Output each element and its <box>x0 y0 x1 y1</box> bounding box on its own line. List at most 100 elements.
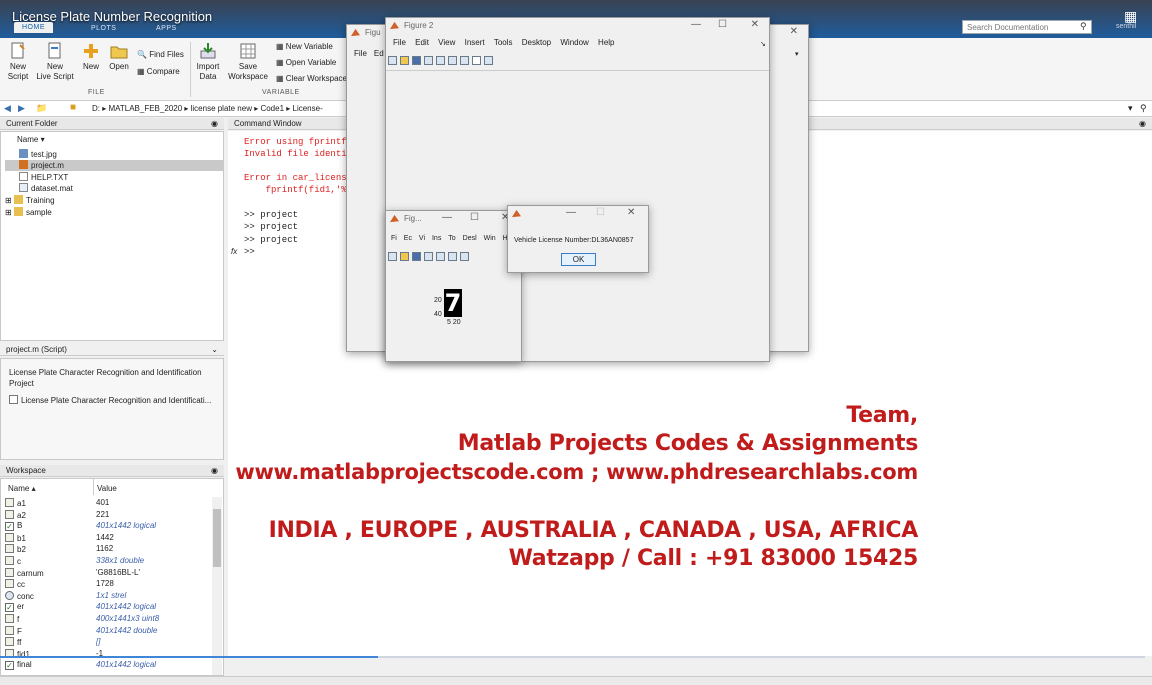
minimize-icon[interactable]: — <box>566 207 576 218</box>
clear-workspace-button[interactable]: ▦ Clear Workspace <box>276 74 347 83</box>
new-variable-button[interactable]: ▦ New Variable <box>276 42 333 51</box>
menu-help[interactable]: Help <box>598 38 614 47</box>
maximize-icon[interactable]: ☐ <box>718 19 727 30</box>
breadcrumb-item[interactable]: MATLAB_FEB_2020 <box>108 104 182 113</box>
menu-edit[interactable]: Edit <box>415 38 429 47</box>
folder-row[interactable]: ⊞ sample <box>5 207 219 218</box>
menu-file[interactable]: File <box>354 49 367 58</box>
value-column-header[interactable]: Value <box>97 484 117 495</box>
folder-row[interactable]: ⊞ Training <box>5 195 219 206</box>
new-script-button[interactable]: New Script <box>4 42 32 82</box>
panel-menu-icon[interactable]: ◉ <box>1139 119 1146 128</box>
forward-arrow-icon[interactable]: ▶ <box>18 103 25 114</box>
tab-apps[interactable]: APPS <box>156 25 177 32</box>
back-arrow-icon[interactable]: ◀ <box>4 103 11 114</box>
menu-edit[interactable]: Ed <box>374 49 384 58</box>
menu-tools[interactable]: To <box>448 235 455 242</box>
file-row[interactable]: HELP.TXT <box>19 172 219 183</box>
breadcrumb-item[interactable]: License- <box>293 104 323 113</box>
breadcrumb-item[interactable]: license plate new <box>191 104 252 113</box>
workspace-scrollbar[interactable] <box>212 497 222 675</box>
colorbar-icon[interactable] <box>448 252 457 261</box>
scrollbar-thumb[interactable] <box>213 509 221 567</box>
legend-icon[interactable] <box>460 56 469 65</box>
menu-view[interactable]: Vi <box>419 235 425 242</box>
tab-home[interactable]: HOME <box>14 22 53 33</box>
workspace-row[interactable]: ✓ er 401x1442 logical <box>5 602 210 613</box>
workspace-row[interactable]: b1 1442 <box>5 532 210 544</box>
workspace-row[interactable]: a2 221 <box>5 509 210 521</box>
menu-file[interactable]: File <box>393 38 406 47</box>
close-icon[interactable]: ✕ <box>751 19 759 30</box>
compare-button[interactable]: ▦ Compare <box>137 67 180 76</box>
workspace-row[interactable]: F 401x1442 double <box>5 625 210 637</box>
search-documentation-input[interactable]: Search Documentation <box>962 20 1092 34</box>
search-icon[interactable]: ⚲ <box>1140 103 1147 114</box>
menu-window[interactable]: Win <box>484 235 496 242</box>
panel-menu-icon[interactable]: ◉ <box>211 119 218 128</box>
name-column-header[interactable]: Name ▴ <box>8 484 36 495</box>
breadcrumb-item[interactable]: Code1 <box>260 104 284 113</box>
up-folder-icon[interactable]: 📁 <box>36 103 47 114</box>
panel-menu-icon[interactable]: ◉ <box>211 466 218 475</box>
workspace-row[interactable]: ff [] <box>5 637 210 648</box>
file-row[interactable]: test.jpg <box>19 149 219 160</box>
menu-window[interactable]: Window <box>560 38 588 47</box>
details-item[interactable]: License Plate Character Recognition and … <box>9 395 211 406</box>
save-icon[interactable] <box>412 56 421 65</box>
menu-view[interactable]: View <box>438 38 455 47</box>
print-icon[interactable] <box>424 252 433 261</box>
workspace-row[interactable]: f 400x1441x3 uint8 <box>5 614 210 625</box>
name-column-header[interactable]: Name ▾ <box>17 135 45 146</box>
workspace-row[interactable]: carnum 'G8816BL-L' <box>5 567 210 579</box>
open-file-icon[interactable] <box>400 252 409 261</box>
menu-tools[interactable]: Tools <box>494 38 513 47</box>
open-button[interactable]: Open <box>106 42 132 72</box>
link-icon[interactable] <box>436 56 445 65</box>
path-dropdown-icon[interactable]: ▾ <box>1128 103 1133 114</box>
tab-plots[interactable]: PLOTS <box>91 25 116 32</box>
function-browser-icon[interactable]: fx <box>231 247 237 256</box>
breadcrumb[interactable]: D: ▸ MATLAB_FEB_2020 ▸ license plate new… <box>92 104 323 113</box>
license-number-dialog[interactable]: — ☐ ✕ Vehicle License Number:DL36AN0857 … <box>507 205 649 273</box>
print-icon[interactable] <box>424 56 433 65</box>
breadcrumb-item[interactable]: D: <box>92 104 100 113</box>
file-row[interactable]: dataset.mat <box>19 183 219 194</box>
menu-edit[interactable]: Ec <box>404 235 412 242</box>
workspace-row[interactable]: ✓ B 401x1442 logical <box>5 521 210 532</box>
link-icon[interactable] <box>436 252 445 261</box>
save-icon[interactable] <box>412 252 421 261</box>
import-data-button[interactable]: Import Data <box>193 42 223 82</box>
new-figure-icon[interactable] <box>388 252 397 261</box>
maximize-icon[interactable]: ☐ <box>470 212 479 223</box>
chevron-down-icon[interactable]: ⌄ <box>211 345 218 354</box>
fullscreen-icon[interactable]: ▦ <box>1124 8 1142 26</box>
workspace-row[interactable]: ✓ final 401x1442 logical <box>5 660 210 671</box>
dock-arrow-icon[interactable]: ▾ <box>795 50 799 58</box>
menu-desktop[interactable]: Desktop <box>522 38 551 47</box>
file-row-selected[interactable]: project.m <box>5 160 223 171</box>
workspace-row[interactable]: fid1 -1 <box>5 648 210 660</box>
close-icon[interactable]: ✕ <box>790 26 798 37</box>
new-button[interactable]: New <box>79 42 103 72</box>
colorbar-icon[interactable] <box>448 56 457 65</box>
property-editor-icon[interactable] <box>484 56 493 65</box>
command-prompt[interactable]: >> <box>244 247 255 257</box>
menu-file[interactable]: Fi <box>391 235 397 242</box>
close-icon[interactable]: ✕ <box>627 207 635 218</box>
workspace-row[interactable]: c 338x1 double <box>5 556 210 567</box>
open-file-icon[interactable] <box>400 56 409 65</box>
workspace-row[interactable]: cc 1728 <box>5 579 210 590</box>
workspace-row[interactable]: conc 1x1 strel <box>5 590 210 602</box>
legend-icon[interactable] <box>460 252 469 261</box>
menu-insert[interactable]: Insert <box>465 38 485 47</box>
new-figure-icon[interactable] <box>388 56 397 65</box>
minimize-icon[interactable]: — <box>691 19 701 30</box>
open-variable-button[interactable]: ▦ Open Variable <box>276 58 336 67</box>
menu-desktop[interactable]: Desl <box>463 235 477 242</box>
dock-arrow-icon[interactable]: ↘ <box>760 40 766 48</box>
ok-button[interactable]: OK <box>561 253 596 266</box>
find-files-button[interactable]: 🔍 Find Files <box>137 50 184 59</box>
new-live-script-button[interactable]: New Live Script <box>34 42 76 82</box>
figure-small-window[interactable]: Fig... — ☐ ✕ Fi Ec Vi Ins To Desl Win He… <box>385 210 522 362</box>
